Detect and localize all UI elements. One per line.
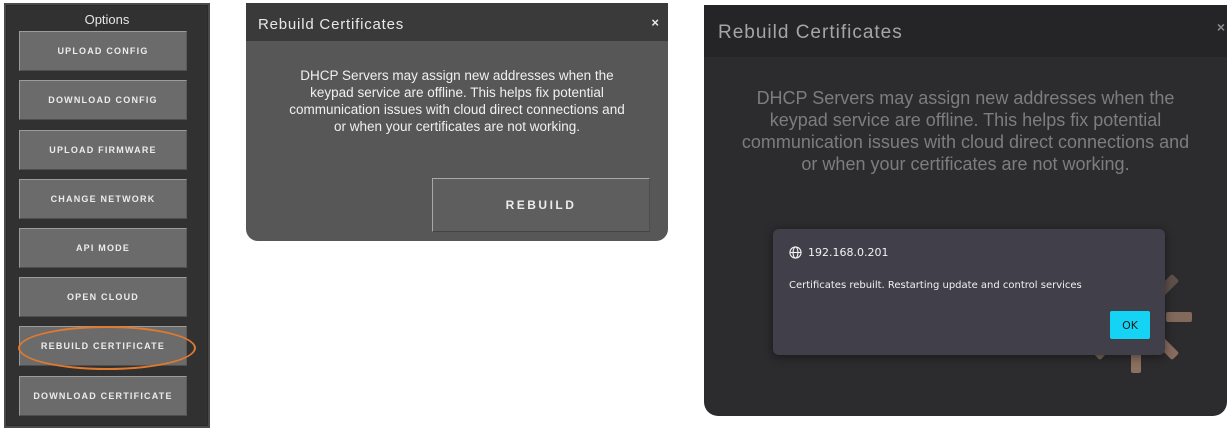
open-cloud-button[interactable]: OPEN CLOUD <box>19 277 187 317</box>
dialog-description-line: DHCP Servers may assign new addresses wh… <box>300 68 614 83</box>
notification-popup: 192.168.0.201 Certificates rebuilt. Rest… <box>773 229 1165 355</box>
download-config-button[interactable]: DOWNLOAD CONFIG <box>19 80 187 120</box>
dialog-description-line: communication issues with cloud direct c… <box>289 102 625 117</box>
notification-message: Certificates rebuilt. Restarting update … <box>789 280 1082 291</box>
dialog-description-line: or when your certificates are not workin… <box>333 119 581 134</box>
close-icon[interactable]: × <box>651 15 659 30</box>
dialog-header: Rebuild Certificates × <box>704 5 1227 57</box>
rebuild-certificates-dialog: Rebuild Certificates × DHCP Servers may … <box>246 3 668 241</box>
dialog-title: Rebuild Certificates <box>258 16 405 33</box>
rebuild-button[interactable]: REBUILD <box>432 178 650 232</box>
download-certificate-button[interactable]: DOWNLOAD CERTIFICATE <box>19 376 187 416</box>
dialog-title: Rebuild Certificates <box>718 22 903 43</box>
globe-icon <box>789 246 802 259</box>
notification-host: 192.168.0.201 <box>789 246 888 259</box>
upload-config-button[interactable]: UPLOAD CONFIG <box>19 31 187 71</box>
notification-host-address: 192.168.0.201 <box>808 246 889 259</box>
api-mode-button[interactable]: API MODE <box>19 228 187 268</box>
dialog-description-line: or when your certificates are not workin… <box>801 154 1130 174</box>
ok-button[interactable]: OK <box>1110 311 1150 339</box>
upload-firmware-button[interactable]: UPLOAD FIRMWARE <box>19 130 187 170</box>
rebuild-certificate-button[interactable]: REBUILD CERTIFICATE <box>19 326 187 366</box>
dialog-description: DHCP Servers may assign new addresses wh… <box>260 67 654 135</box>
dialog-header: Rebuild Certificates × <box>246 3 668 41</box>
close-icon[interactable]: × <box>1217 19 1225 35</box>
dialog-description-line: keypad service are offline. This helps f… <box>310 85 604 100</box>
dialog-description: DHCP Servers may assign new addresses wh… <box>718 87 1213 175</box>
change-network-button[interactable]: CHANGE NETWORK <box>19 179 187 219</box>
options-title: Options <box>84 12 130 27</box>
dialog-description-line: communication issues with cloud direct c… <box>741 132 1190 152</box>
dialog-description-line: DHCP Servers may assign new addresses wh… <box>756 88 1175 108</box>
dialog-description-line: keypad service are offline. This helps f… <box>769 110 1162 130</box>
